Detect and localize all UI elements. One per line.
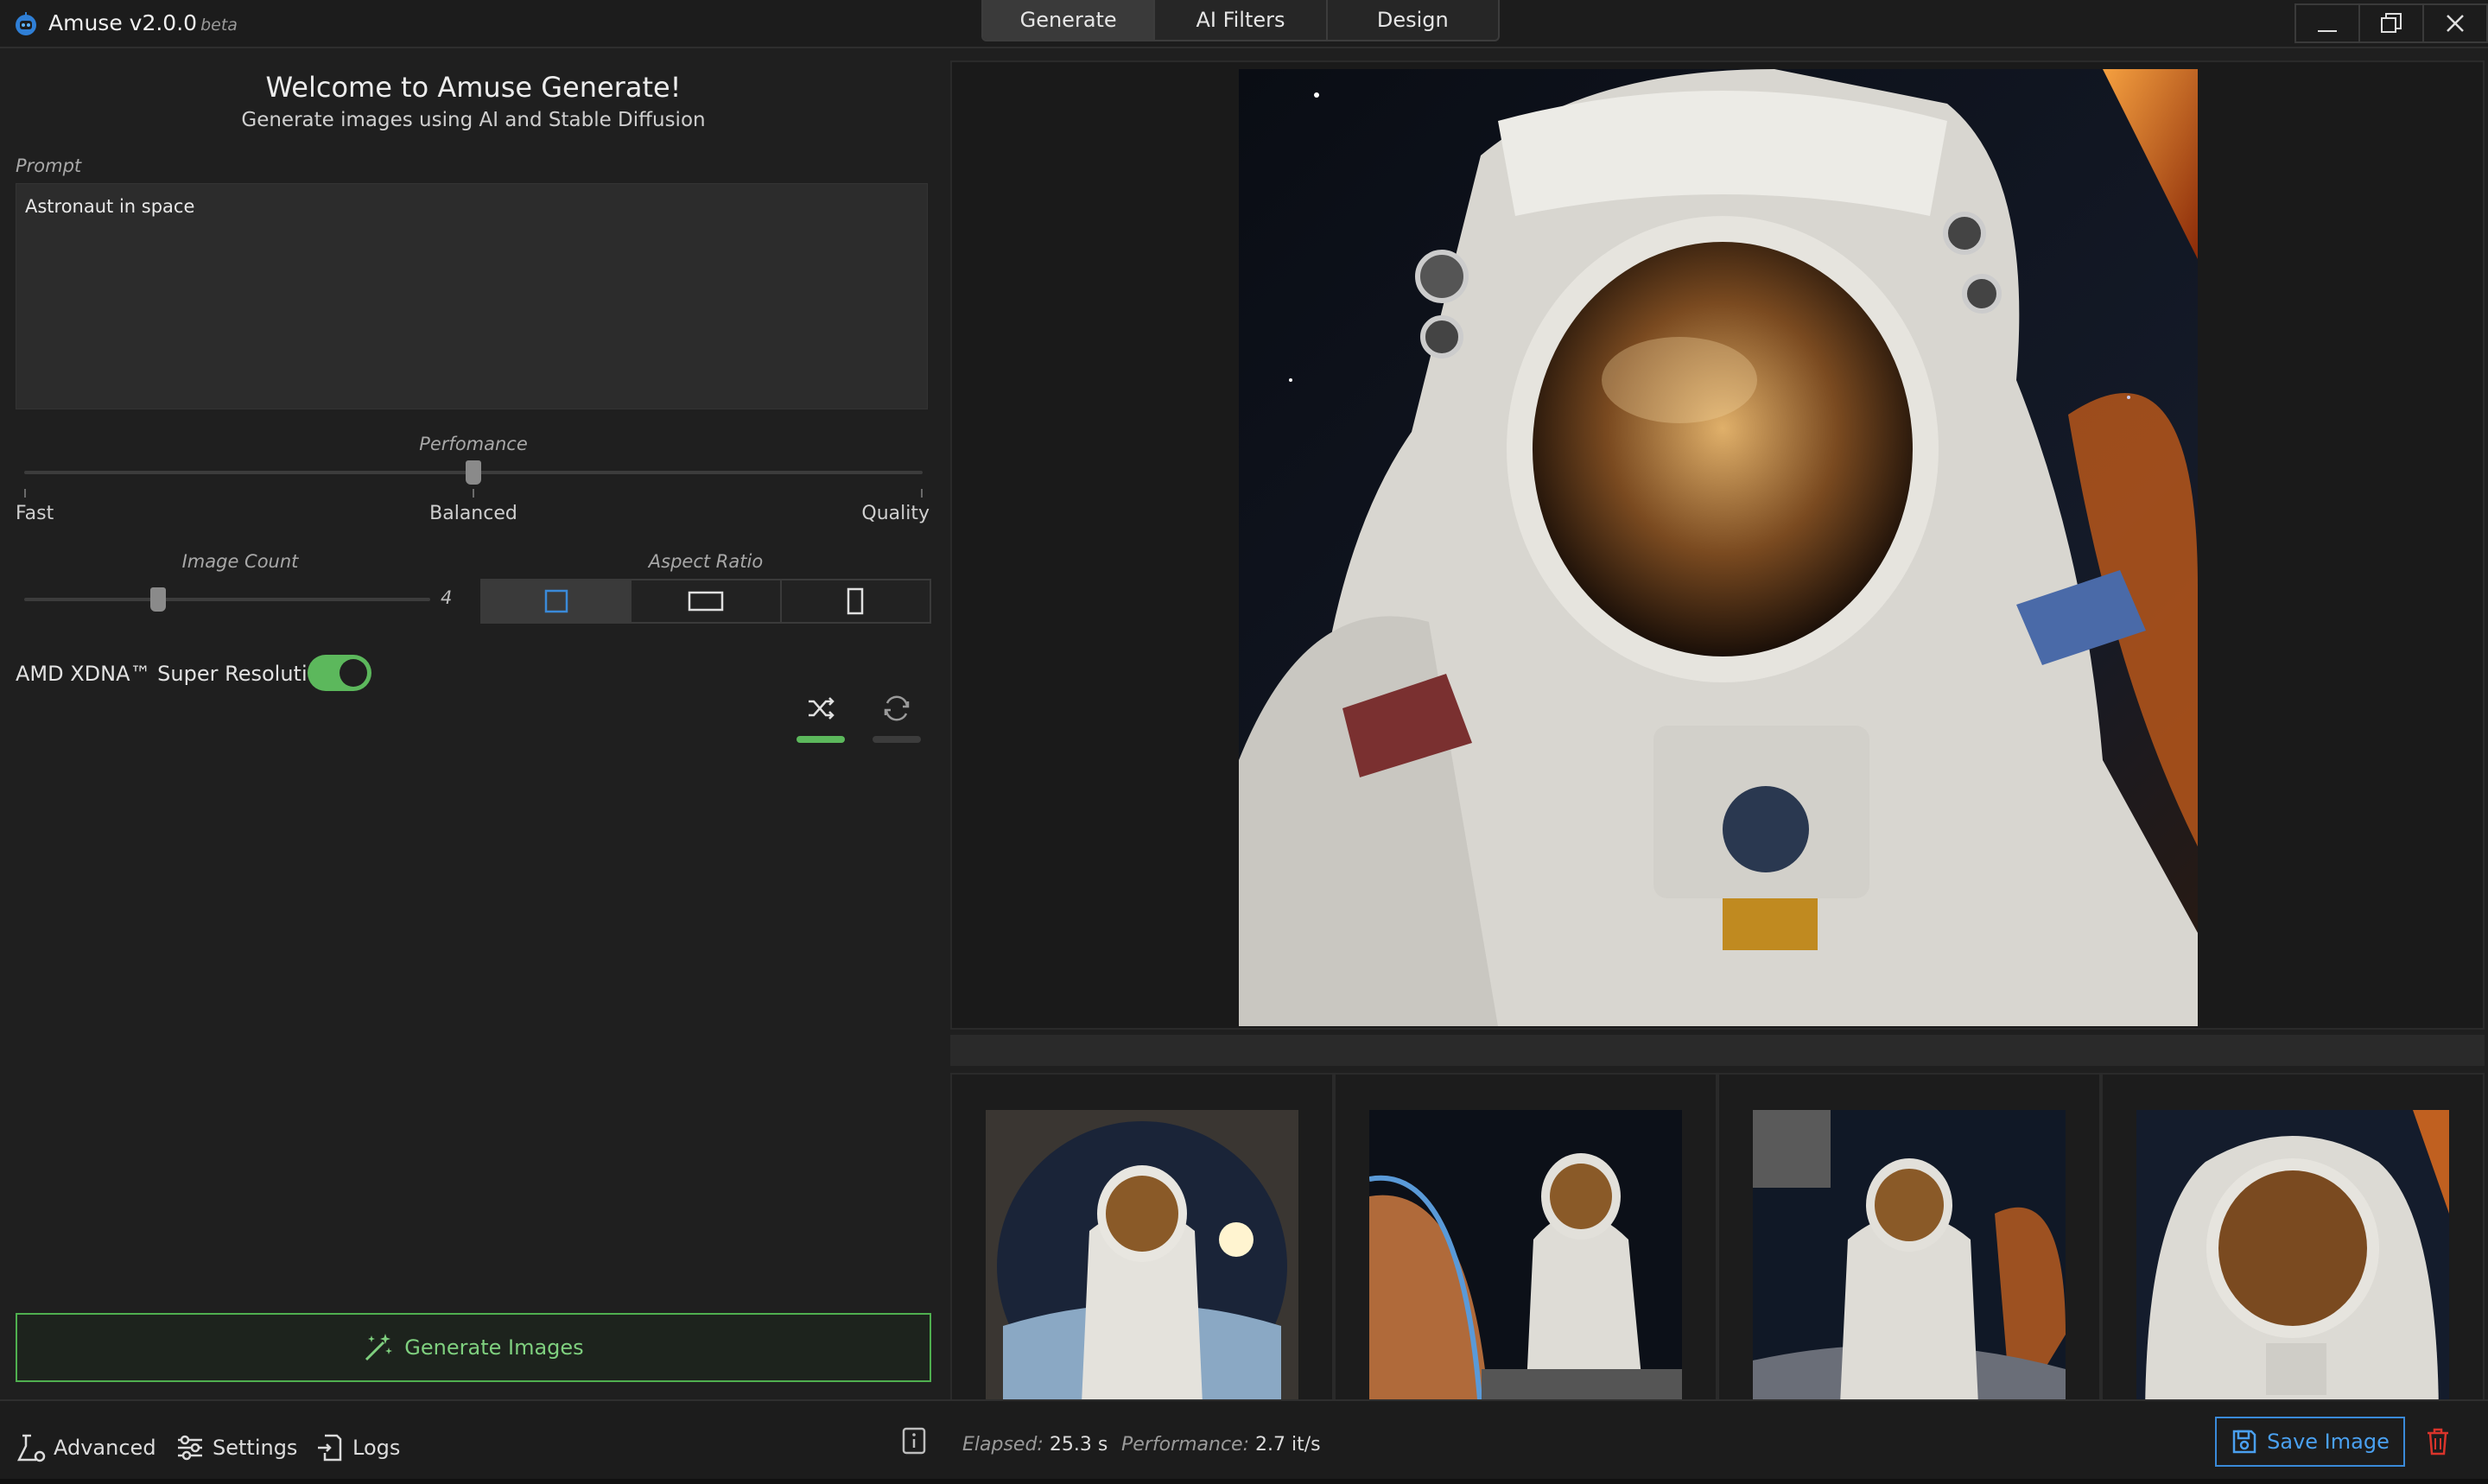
log-file-icon [318, 1434, 342, 1462]
random-seed-button[interactable] [795, 691, 847, 743]
magic-wand-icon [365, 1334, 393, 1361]
app-title: Amuse v2.0.0 beta [48, 10, 238, 35]
window-controls [2294, 3, 2488, 43]
generate-images-button[interactable]: Generate Images [16, 1313, 931, 1382]
close-icon [2447, 15, 2464, 32]
sliders-icon [178, 1435, 202, 1461]
performance-balanced-label: Balanced [429, 503, 517, 524]
close-button[interactable] [2422, 3, 2488, 43]
portrait-aspect-icon [847, 587, 864, 615]
main-generated-image[interactable] [1239, 69, 2198, 1026]
window-bottom-edge [0, 1479, 2488, 1484]
advanced-button[interactable]: Advanced [16, 1432, 156, 1463]
generate-images-label: Generate Images [404, 1335, 584, 1360]
thumbnail-strip-header [950, 1035, 2485, 1066]
flask-icon [16, 1434, 46, 1462]
info-icon[interactable] [902, 1427, 926, 1455]
minimize-button[interactable] [2294, 3, 2360, 43]
restore-icon [2381, 13, 2402, 33]
save-icon [2232, 1430, 2256, 1454]
prompt-label: Prompt [16, 155, 82, 176]
title-bar: Amuse v2.0.0 beta Generate AI Filters Des… [0, 0, 2488, 48]
aspect-ratio-label: Aspect Ratio [648, 551, 764, 572]
settings-label: Settings [213, 1436, 298, 1460]
tick-fast [24, 489, 26, 498]
welcome-subtitle: Generate images using AI and Stable Diff… [241, 109, 706, 131]
landscape-aspect-icon [688, 591, 724, 612]
image-preview-panel [950, 60, 2485, 1460]
elapsed-label: Elapsed: [962, 1434, 1044, 1455]
elapsed-value: 25.3 s [1049, 1434, 1108, 1455]
settings-button[interactable]: Settings [175, 1432, 297, 1463]
reuse-seed-button[interactable] [871, 691, 923, 743]
random-seed-indicator [797, 736, 845, 743]
image-count-label: Image Count [181, 551, 299, 572]
aspect-ratio-selector [480, 579, 931, 624]
advanced-label: Advanced [54, 1436, 156, 1460]
image-count-slider-thumb[interactable] [150, 587, 167, 612]
thumbnail-image-4 [2136, 1110, 2449, 1423]
logs-button[interactable]: Logs [314, 1432, 400, 1463]
performance-label: Perfomance [419, 434, 528, 454]
minimize-icon [2318, 30, 2337, 32]
restore-button[interactable] [2358, 3, 2424, 43]
super-resolution-toggle[interactable] [308, 655, 371, 691]
save-image-button[interactable]: Save Image [2215, 1417, 2405, 1467]
image-count-slider-track[interactable] [24, 598, 430, 601]
performance-stat-label: Performance: [1121, 1434, 1249, 1455]
astronaut-image [1239, 69, 2198, 1026]
amuse-logo-icon [16, 12, 36, 35]
toggle-knob [340, 659, 367, 687]
delete-image-button[interactable] [2407, 1417, 2469, 1467]
thumbnail-image-1 [986, 1110, 1298, 1423]
super-resolution-label: AMD XDNA™ Super Resolution [16, 662, 333, 686]
performance-stat-value: 2.7 it/s [1255, 1434, 1321, 1455]
image-count-value: 4 [441, 587, 453, 608]
performance-quality-label: Quality [861, 503, 930, 524]
app-beta-tag: beta [200, 16, 238, 35]
refresh-icon [884, 695, 910, 721]
aspect-square-button[interactable] [482, 580, 632, 622]
tab-generate[interactable]: Generate [983, 0, 1156, 40]
thumbnail-image-3 [1753, 1110, 2066, 1423]
performance-slider-thumb[interactable] [466, 460, 481, 485]
tick-balanced [473, 489, 474, 498]
trash-icon [2428, 1428, 2448, 1455]
aspect-landscape-button[interactable] [632, 580, 782, 622]
tick-quality [921, 489, 923, 498]
shuffle-icon [809, 697, 835, 720]
app-name-text: Amuse v2.0.0 [48, 10, 198, 35]
prompt-input[interactable]: Astronaut in space [16, 183, 928, 409]
tab-design[interactable]: Design [1328, 0, 1498, 40]
amuse-window: Amuse v2.0.0 beta Generate AI Filters Des… [0, 0, 2488, 1484]
tab-ai-filters[interactable]: AI Filters [1155, 0, 1328, 40]
welcome-title: Welcome to Amuse Generate! [265, 71, 682, 104]
elapsed-stat: Elapsed: 25.3 s [962, 1434, 1108, 1455]
reuse-seed-indicator [873, 736, 921, 743]
square-aspect-icon [544, 589, 568, 613]
main-preview-area [950, 60, 2485, 1030]
mode-tabs: Generate AI Filters Design [981, 0, 1500, 41]
aspect-portrait-button[interactable] [781, 580, 930, 622]
thumbnail-image-2 [1369, 1110, 1682, 1423]
status-bar: Advanced Settings Logs Elapsed: 25.3 s P… [0, 1399, 2488, 1484]
generate-settings-panel: Welcome to Amuse Generate! Generate imag… [0, 50, 947, 1399]
logs-label: Logs [352, 1436, 401, 1460]
save-image-label: Save Image [2267, 1430, 2390, 1454]
performance-stat: Performance: 2.7 it/s [1121, 1434, 1321, 1455]
